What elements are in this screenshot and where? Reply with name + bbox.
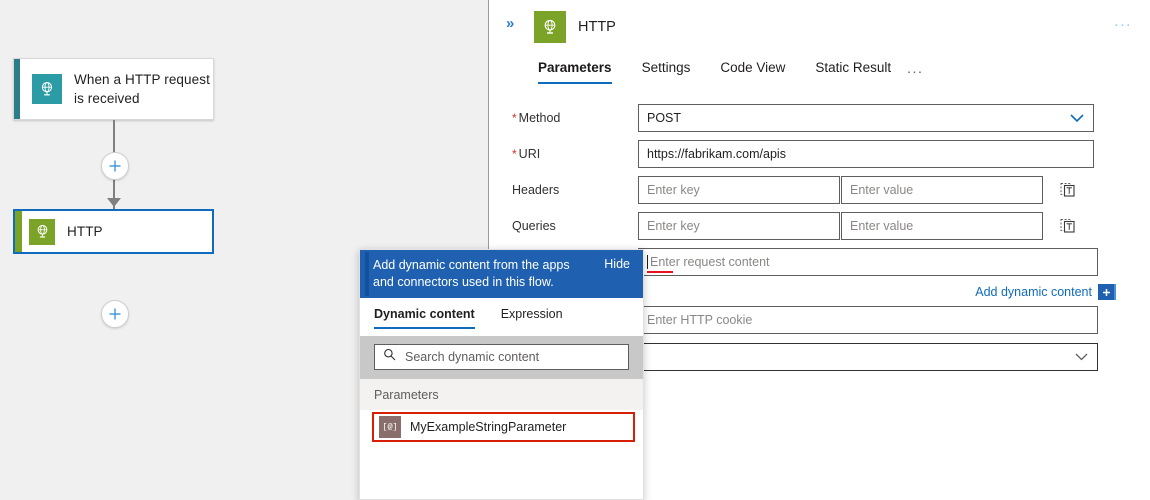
required-asterisk: * <box>512 111 517 125</box>
flyout-footer <box>360 442 643 456</box>
flyout-header: Add dynamic content from the apps and co… <box>360 250 643 298</box>
trigger-node-accent-bar <box>14 59 20 119</box>
extra-dropdown-select[interactable] <box>638 343 1098 371</box>
http-node-accent-bar <box>15 211 22 252</box>
method-value: POST <box>647 111 682 125</box>
method-select[interactable]: POST <box>638 104 1094 132</box>
delete-icon[interactable] <box>1057 176 1079 202</box>
flyout-tabs: Dynamic content Expression <box>360 298 643 336</box>
add-step-button-1[interactable] <box>101 152 129 180</box>
connector-arrowhead <box>107 198 121 207</box>
add-dynamic-content-link[interactable]: Add dynamic content <box>975 285 1092 299</box>
panel-header: » HTTP ... <box>490 0 1150 56</box>
panel-title: HTTP <box>578 19 616 35</box>
validation-underline <box>647 271 673 273</box>
search-placeholder: Search dynamic content <box>405 350 540 364</box>
headers-value-input[interactable]: Enter value <box>841 176 1043 204</box>
panel-more-menu-icon[interactable]: ... <box>1114 14 1132 30</box>
add-dynamic-content-plus-button[interactable] <box>1098 284 1116 300</box>
panel-tabs: Parameters Settings Code View Static Res… <box>490 60 1150 98</box>
flyout-search-area: Search dynamic content <box>360 336 643 379</box>
search-icon <box>383 348 396 366</box>
form-row-method: * Method POST <box>490 104 1150 132</box>
chevron-double-right-icon[interactable]: » <box>506 16 514 31</box>
uri-input[interactable]: https://fabrikam.com/apis <box>638 140 1094 168</box>
flyout-group-parameters: Parameters <box>360 379 643 410</box>
headers-label: Headers <box>512 183 560 197</box>
method-label: * Method <box>512 111 561 125</box>
plus-icon <box>109 160 121 172</box>
flyout-hide-link[interactable]: Hide <box>604 257 630 271</box>
plus-icon <box>109 308 121 320</box>
workflow-node-http[interactable]: HTTP <box>13 209 214 254</box>
plus-icon <box>1102 288 1110 296</box>
parameter-token-icon: [@] <box>379 416 401 438</box>
workflow-node-trigger[interactable]: When a HTTP request is received <box>13 58 214 120</box>
required-asterisk: * <box>512 147 517 161</box>
request-content-placeholder: Enter request content <box>650 255 770 269</box>
queries-label: Queries <box>512 219 556 233</box>
uri-label: * URI <box>512 147 541 161</box>
add-step-button-2[interactable] <box>101 300 129 328</box>
http-cookie-input[interactable]: Enter HTTP cookie <box>638 306 1098 334</box>
tab-static-result[interactable]: Static Result <box>815 60 891 84</box>
request-content-input[interactable]: Enter request content <box>638 248 1098 276</box>
flyout-tab-dynamic-content[interactable]: Dynamic content <box>374 298 475 329</box>
tab-code-view[interactable]: Code View <box>720 60 785 84</box>
queries-key-input[interactable]: Enter key <box>638 212 840 240</box>
dynamic-content-item-myexamplestringparameter[interactable]: [@] MyExampleStringParameter <box>372 412 635 442</box>
flyout-tab-expression[interactable]: Expression <box>501 298 563 329</box>
trigger-node-label: When a HTTP request is received <box>74 72 210 106</box>
headers-key-input[interactable]: Enter key <box>638 176 840 204</box>
search-dynamic-content-input[interactable]: Search dynamic content <box>374 344 629 370</box>
flyout-header-accent-bar <box>365 252 369 296</box>
chevron-down-icon[interactable] <box>1070 114 1084 123</box>
tab-settings[interactable]: Settings <box>642 60 691 84</box>
add-dynamic-content-row: Add dynamic content <box>638 284 1116 300</box>
tab-parameters[interactable]: Parameters <box>538 60 612 84</box>
http-node-label: HTTP <box>67 224 103 239</box>
chevron-down-icon[interactable] <box>1075 353 1088 361</box>
http-globe-icon <box>534 11 566 43</box>
delete-icon[interactable] <box>1057 212 1079 238</box>
dynamic-content-item-label: MyExampleStringParameter <box>410 420 567 434</box>
queries-value-input[interactable]: Enter value <box>841 212 1043 240</box>
form-row-headers: Headers Enter key Enter value <box>490 176 1150 204</box>
http-globe-icon <box>29 218 55 245</box>
flyout-header-text: Add dynamic content from the apps and co… <box>373 258 570 289</box>
http-request-trigger-icon <box>32 74 62 104</box>
uri-value: https://fabrikam.com/apis <box>647 147 786 161</box>
form-row-uri: * URI https://fabrikam.com/apis <box>490 140 1150 168</box>
dynamic-content-flyout: Add dynamic content from the apps and co… <box>359 249 644 500</box>
text-cursor <box>647 255 648 269</box>
form-row-queries: Queries Enter key Enter value <box>490 212 1150 240</box>
tabs-overflow-icon[interactable]: ... <box>907 60 923 85</box>
